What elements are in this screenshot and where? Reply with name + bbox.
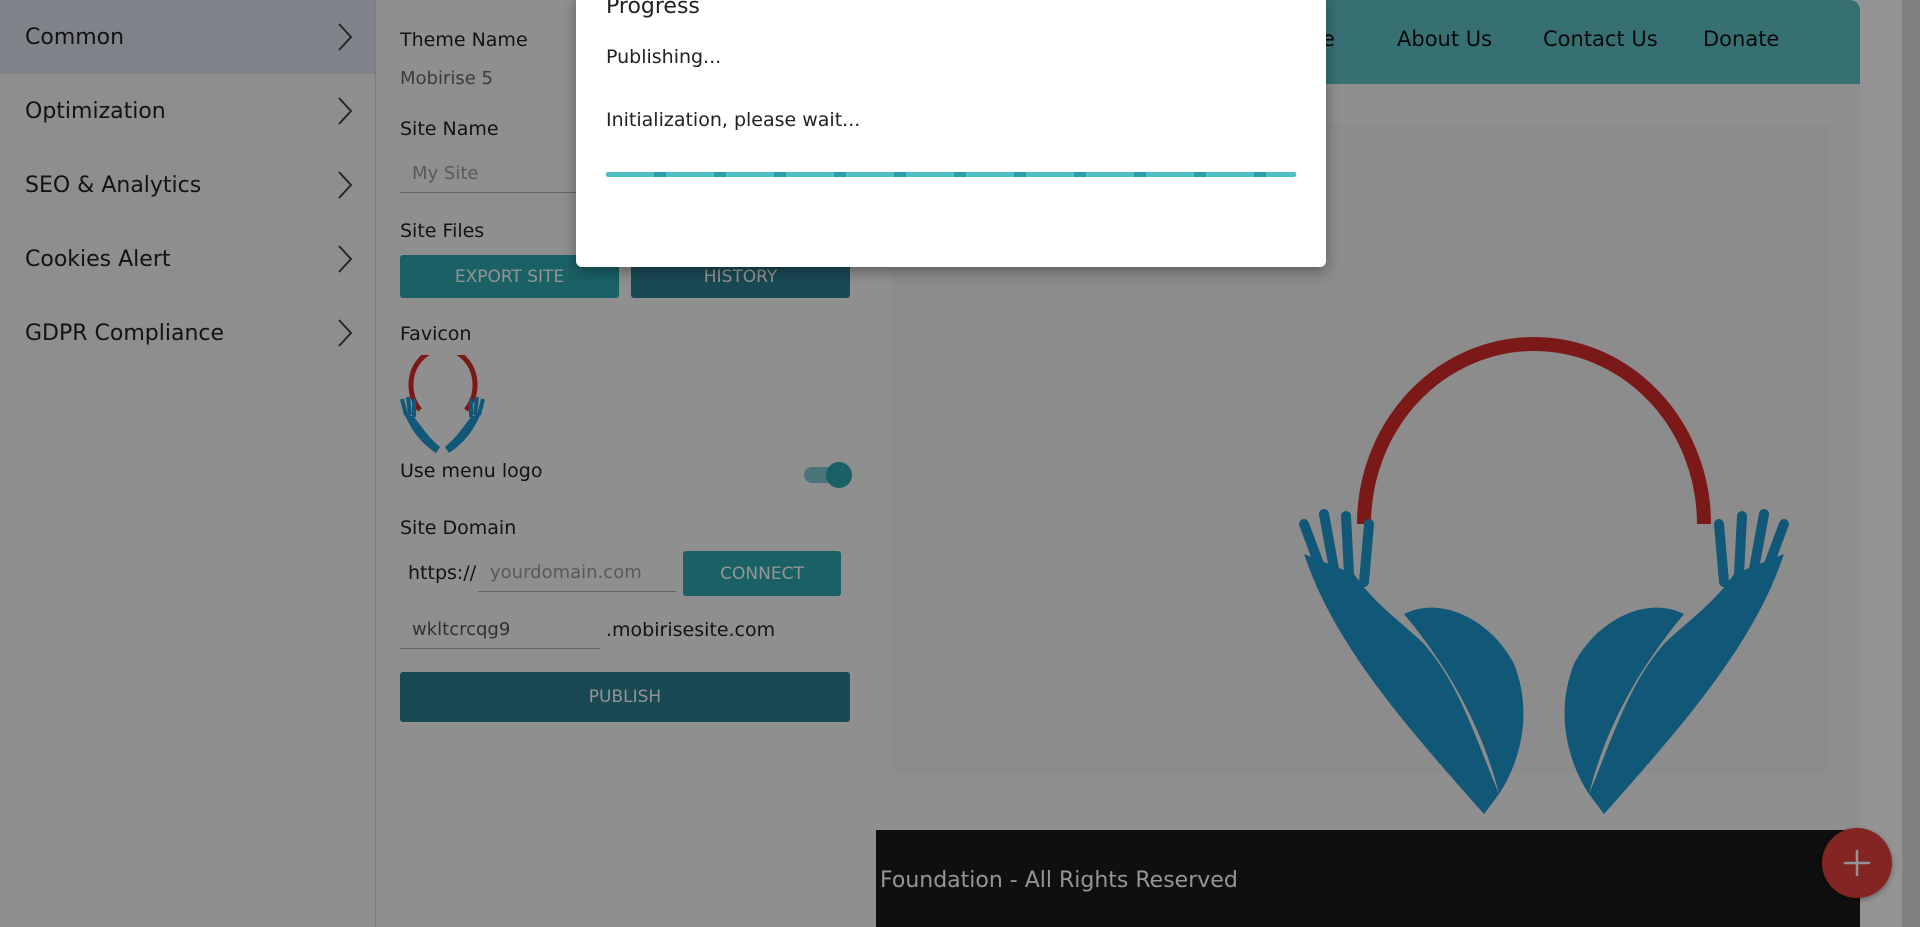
progress-dialog: Progress Publishing... Initialization, p…: [576, 0, 1326, 267]
dialog-title: Progress: [606, 0, 700, 19]
initialization-status: Initialization, please wait...: [606, 109, 861, 131]
publishing-status: Publishing...: [606, 46, 722, 68]
app-root: Common Optimization SEO & Analytics Cook…: [0, 0, 1920, 927]
progress-bar: [606, 172, 1296, 177]
